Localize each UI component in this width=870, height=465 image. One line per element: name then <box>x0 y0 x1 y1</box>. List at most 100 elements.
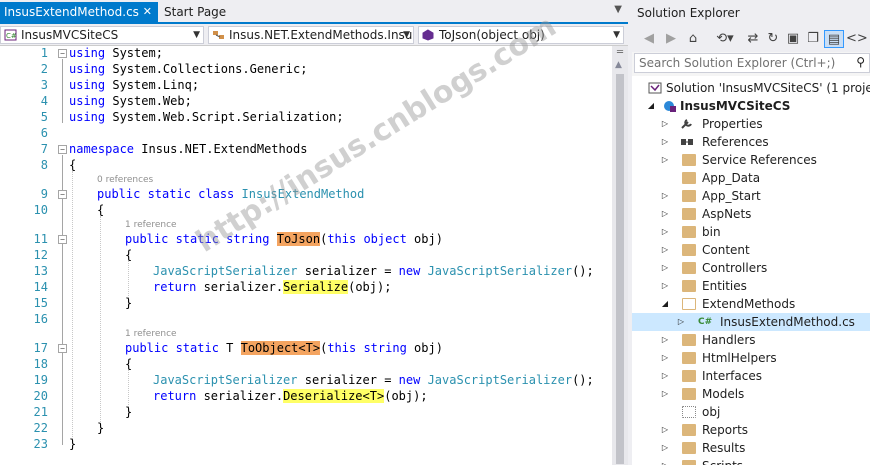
tree-item-app-data[interactable]: App_Data <box>632 169 870 187</box>
tree-item-label: References <box>702 135 769 149</box>
codelens-references[interactable]: 1 reference <box>125 220 177 230</box>
collapsed-icon[interactable]: ▷ <box>660 151 670 169</box>
chevron-down-icon[interactable]: ▼ <box>614 4 622 15</box>
expanded-icon[interactable]: ◢ <box>646 97 656 115</box>
collapsed-icon[interactable]: ▷ <box>660 367 670 385</box>
line-number: 23 <box>33 437 48 451</box>
tree-item-insusextendmethod-cs[interactable]: ▷ C# InsusExtendMethod.cs <box>632 313 870 331</box>
code-view-icon[interactable]: <> <box>846 30 868 48</box>
codelens-references[interactable]: 1 reference <box>125 329 177 339</box>
tree-item-handlers[interactable]: ▷ Handlers <box>632 331 870 349</box>
code-editor[interactable]: InsusExtendMethod.cs ✕ Start Page ▼ C# I… <box>0 0 628 465</box>
code-line: using System.Linq; <box>69 78 199 92</box>
folder-icon <box>682 424 696 436</box>
tree-item-controllers[interactable]: ▷ Controllers <box>632 259 870 277</box>
collapsed-icon[interactable]: ▷ <box>660 349 670 367</box>
split-handle-icon[interactable]: ═ <box>614 48 626 58</box>
tree-item-content[interactable]: ▷ Content <box>632 241 870 259</box>
forward-icon[interactable]: ▶ <box>662 30 680 48</box>
solution-tree[interactable]: Solution 'InsusMVCSiteCS' (1 project) ◢ … <box>632 76 870 465</box>
tree-item-htmlhelpers[interactable]: ▷ HtmlHelpers <box>632 349 870 367</box>
tree-item-obj[interactable]: obj <box>632 403 870 421</box>
properties-icon[interactable]: ▤ <box>824 30 844 48</box>
collapsed-icon[interactable]: ▷ <box>660 439 670 457</box>
tree-item-scripts[interactable]: ▷ Scripts <box>632 457 870 465</box>
tree-item-label: App_Start <box>702 189 761 203</box>
code-text: serializer = <box>297 264 399 278</box>
show-all-files-icon[interactable]: ❐ <box>804 30 822 48</box>
scroll-up-icon[interactable]: ▲ <box>615 60 622 70</box>
solution-icon <box>648 82 662 94</box>
home-icon[interactable]: ⌂ <box>684 30 702 48</box>
collapse-icon[interactable]: − <box>58 145 67 154</box>
scroll-thumb[interactable] <box>616 74 624 464</box>
tree-item-bin[interactable]: ▷ bin <box>632 223 870 241</box>
member-dropdown[interactable]: ToJson(object obj) ▼ <box>418 26 624 44</box>
pending-changes-filter-icon[interactable]: ⟲▾ <box>712 30 738 48</box>
collapsed-icon[interactable]: ▷ <box>660 223 670 241</box>
expanded-icon[interactable]: ◢ <box>660 295 670 313</box>
type-name: JavaScriptSerializer <box>153 373 298 387</box>
collapsed-icon[interactable]: ▷ <box>660 115 670 133</box>
folder-icon <box>682 280 696 292</box>
close-icon[interactable]: ✕ <box>143 2 152 22</box>
tree-item-models[interactable]: ▷ Models <box>632 385 870 403</box>
chevron-down-icon: ▼ <box>403 30 410 40</box>
collapsed-icon[interactable]: ▷ <box>676 313 686 331</box>
keyword: using <box>69 78 106 92</box>
tree-item-references[interactable]: ▷ References <box>632 133 870 151</box>
collapsed-icon[interactable]: ▷ <box>660 205 670 223</box>
tree-item-reports[interactable]: ▷ Reports <box>632 421 870 439</box>
tree-item-properties[interactable]: ▷ Properties <box>632 115 870 133</box>
tab-insusextendmethod[interactable]: InsusExtendMethod.cs ✕ <box>0 2 158 22</box>
collapsed-icon[interactable]: ▷ <box>660 259 670 277</box>
tree-item-solution[interactable]: Solution 'InsusMVCSiteCS' (1 project) <box>632 79 870 97</box>
codelens-references[interactable]: 0 references <box>97 175 153 185</box>
keyword: using <box>69 46 106 60</box>
tree-item-project[interactable]: ◢ InsusMVCSiteCS <box>632 97 870 115</box>
line-number: 18 <box>33 357 48 371</box>
code-text-area[interactable]: 1 2 3 4 5 6 7 8 9 10 11 12 13 14 15 16 1… <box>0 46 612 465</box>
collapsed-icon[interactable]: ▷ <box>660 241 670 259</box>
keyword: using <box>69 94 106 108</box>
tree-item-results[interactable]: ▷ Results <box>632 439 870 457</box>
project-dropdown[interactable]: C# InsusMVCSiteCS ▼ <box>0 26 204 44</box>
type-name: JavaScriptSerializer <box>427 264 573 278</box>
tree-item-label: Models <box>702 387 745 401</box>
sync-icon[interactable]: ⇄ <box>744 30 762 48</box>
collapsed-icon[interactable]: ▷ <box>660 133 670 151</box>
folder-icon <box>682 154 696 166</box>
collapsed-icon[interactable]: ▷ <box>660 457 670 465</box>
back-icon[interactable]: ◀ <box>640 30 658 48</box>
tree-item-aspnets[interactable]: ▷ AspNets <box>632 205 870 223</box>
tab-start-page[interactable]: Start Page <box>158 2 268 22</box>
collapsed-icon[interactable]: ▷ <box>660 277 670 295</box>
tree-item-app-start[interactable]: ▷ App_Start <box>632 187 870 205</box>
collapsed-icon[interactable]: ▷ <box>660 187 670 205</box>
tree-item-entities[interactable]: ▷ Entities <box>632 277 870 295</box>
folder-icon <box>682 190 696 202</box>
collapsed-icon[interactable]: ▷ <box>660 331 670 349</box>
editor-vertical-scrollbar[interactable]: ═ ▲ <box>612 46 628 465</box>
collapse-all-icon[interactable]: ▣ <box>784 30 802 48</box>
tree-item-service-references[interactable]: ▷ Service References <box>632 151 870 169</box>
code-line: } <box>125 405 133 419</box>
collapse-icon[interactable]: − <box>58 190 67 199</box>
type-dropdown[interactable]: Insus.NET.ExtendMethods.InsusE ▼ <box>208 26 414 44</box>
collapse-icon[interactable]: − <box>58 235 67 244</box>
collapse-icon[interactable]: − <box>58 49 67 58</box>
tree-item-extendmethods[interactable]: ◢ ExtendMethods <box>632 295 870 313</box>
code-line: using System.Web.Script.Serialization; <box>69 110 344 124</box>
collapsed-icon[interactable]: ▷ <box>660 421 670 439</box>
collapse-icon[interactable]: − <box>58 344 67 353</box>
folder-icon <box>682 352 696 364</box>
refresh-icon[interactable]: ↻ <box>764 30 782 48</box>
solution-explorer: Solution Explorer ◀ ▶ ⌂ ⟲▾ ⇄ ↻ ▣ ❐ ▤ <> … <box>632 0 870 465</box>
tree-item-label: Interfaces <box>702 369 762 383</box>
code-text: T <box>218 341 241 355</box>
tree-item-interfaces[interactable]: ▷ Interfaces <box>632 367 870 385</box>
method-call: Deserialize<T> <box>283 389 385 403</box>
search-input[interactable]: Search Solution Explorer (Ctrl+;) ⚲ <box>634 53 870 73</box>
line-number: 17 <box>33 341 48 355</box>
collapsed-icon[interactable]: ▷ <box>660 385 670 403</box>
